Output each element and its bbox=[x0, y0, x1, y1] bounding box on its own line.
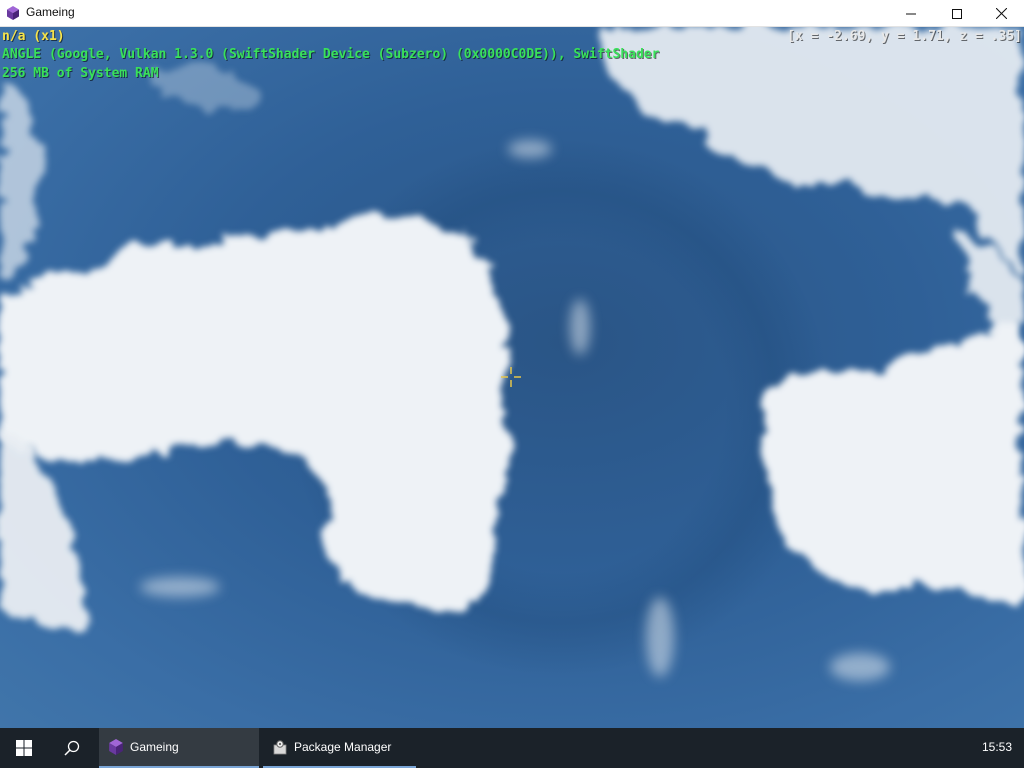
taskbar-item-gameing[interactable]: Gameing bbox=[99, 728, 259, 768]
maximize-icon bbox=[952, 8, 962, 19]
minimize-button[interactable] bbox=[888, 0, 934, 27]
hud-fps-readout: n/a (x1) bbox=[2, 29, 65, 44]
start-button[interactable] bbox=[0, 728, 48, 768]
taskbar-clock[interactable]: 15:53 bbox=[982, 740, 1012, 754]
window-title: Gameing bbox=[26, 5, 75, 19]
search-button[interactable] bbox=[48, 728, 96, 768]
close-button[interactable] bbox=[978, 0, 1024, 27]
purple-cube-icon bbox=[7, 6, 19, 20]
cloud-main bbox=[0, 215, 508, 612]
hud-gpu-renderer: ANGLE (Google, Vulkan 1.3.0 (SwiftShader… bbox=[2, 47, 660, 62]
taskbar-item-label: Gameing bbox=[130, 740, 179, 754]
hud-system-ram: 256 MB of System RAM bbox=[2, 66, 159, 81]
purple-cube-icon bbox=[109, 739, 123, 755]
taskbar: Gameing Package Manager 15:53 bbox=[0, 728, 1024, 768]
close-icon bbox=[995, 8, 1007, 19]
taskbar-item-package-manager[interactable]: Package Manager bbox=[263, 728, 416, 768]
search-icon bbox=[64, 740, 80, 756]
minimize-icon bbox=[906, 13, 916, 14]
gear-box-icon bbox=[273, 740, 287, 755]
windows-logo-icon bbox=[16, 740, 32, 756]
hud-coordinates: [x = -2.69, y = 1.71, z = .35] bbox=[787, 29, 1022, 44]
maximize-button[interactable] bbox=[934, 0, 980, 27]
crosshair-icon bbox=[501, 367, 521, 387]
game-viewport[interactable]: n/a (x1) ANGLE (Google, Vulkan 1.3.0 (Sw… bbox=[0, 27, 1024, 728]
taskbar-item-label: Package Manager bbox=[294, 740, 392, 754]
window-title-bar[interactable]: Gameing bbox=[0, 0, 1024, 27]
